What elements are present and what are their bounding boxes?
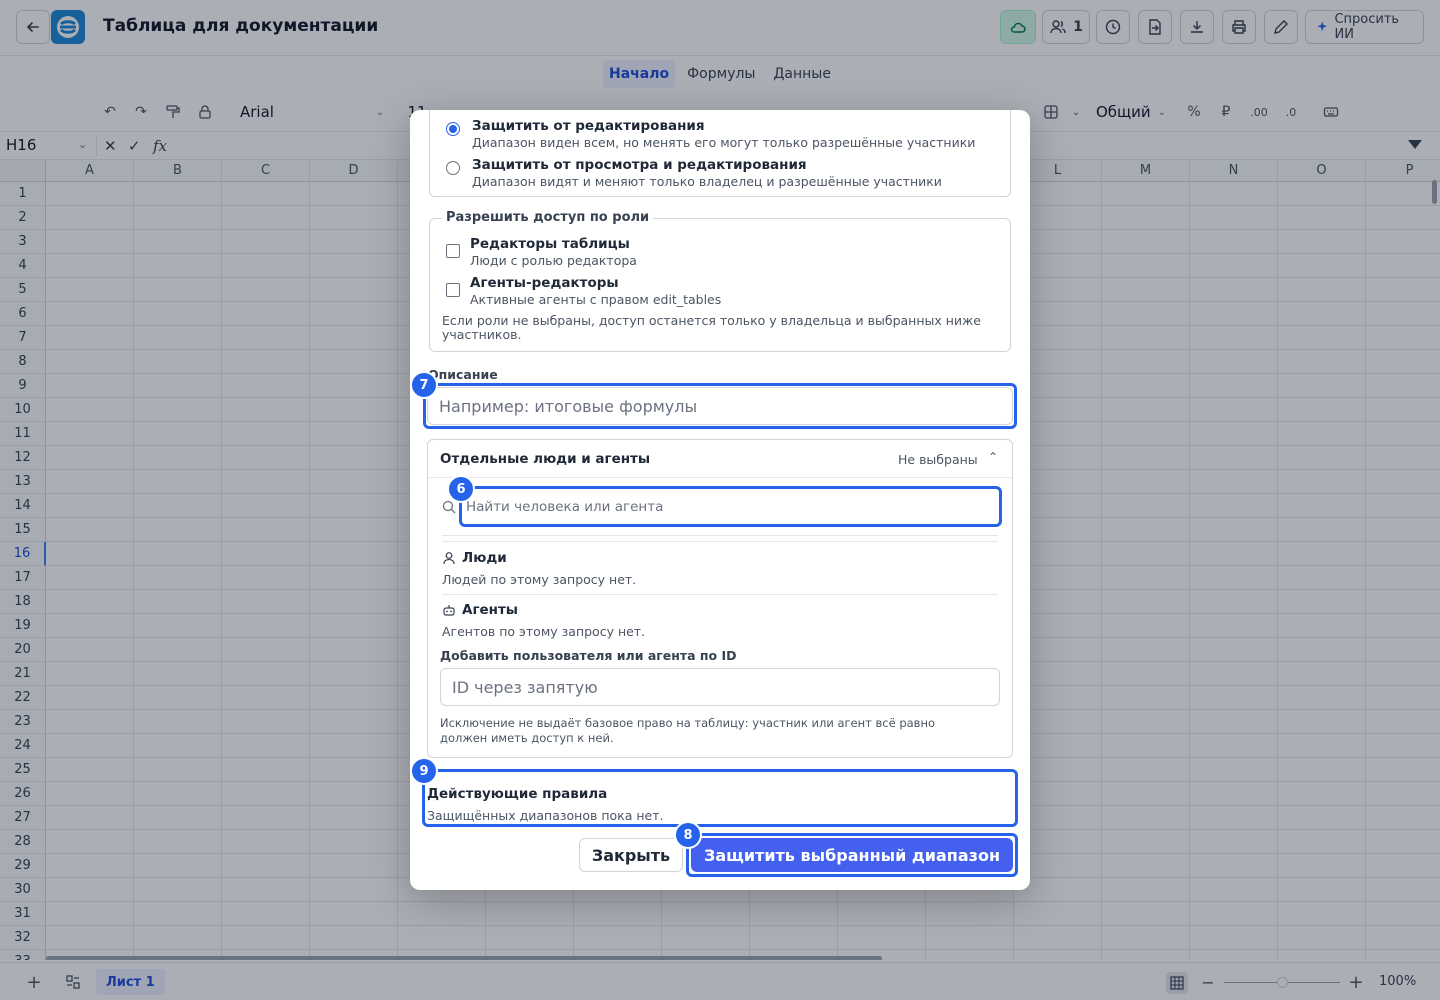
selection-state: Не выбраны	[898, 452, 978, 467]
checkbox-role-agents[interactable]	[446, 283, 460, 297]
people-agents-panel: Отдельные люди и агенты Не выбраны ⌃ Люд…	[427, 439, 1013, 758]
roles-note: Если роли не выбраны, доступ останется т…	[442, 313, 981, 342]
exclusion-note: Исключение не выдаёт базовое право на та…	[440, 716, 936, 745]
step-badge-search: 6	[447, 475, 475, 503]
option-description: Люди с ролью редактора	[470, 253, 637, 268]
rules-title: Действующие правила	[427, 786, 608, 802]
option-title: Редакторы таблицы	[470, 236, 630, 252]
option-title: Агенты-редакторы	[470, 275, 619, 291]
user-icon	[443, 552, 455, 565]
role-access-group: Разрешить доступ по роли Редакторы табли…	[429, 210, 1011, 352]
robot-icon	[443, 605, 455, 616]
add-by-id-input[interactable]	[440, 668, 1000, 706]
close-button[interactable]: Закрыть	[579, 838, 683, 872]
role-access-legend: Разрешить доступ по роли	[442, 210, 654, 225]
rules-empty-text: Защищённых диапазонов пока нет.	[427, 808, 664, 823]
protect-range-dialog: Защитить от редактирования Диапазон виде…	[410, 110, 1030, 890]
search-icon	[442, 500, 456, 514]
divider	[442, 541, 998, 542]
option-description: Диапазон виден всем, но менять его могут…	[472, 135, 976, 150]
step-badge-description: 7	[410, 371, 438, 399]
chevron-up-icon[interactable]: ⌃	[988, 450, 998, 464]
protection-mode-group: Защитить от редактирования Диапазон виде…	[429, 110, 1011, 197]
description-label: Описание	[428, 367, 498, 382]
people-search-input[interactable]	[460, 488, 1002, 526]
protect-range-button[interactable]: Защитить выбранный диапазон	[691, 838, 1013, 872]
option-title: Защитить от редактирования	[472, 118, 705, 134]
divider	[442, 535, 998, 536]
people-agents-header[interactable]: Отдельные люди и агенты Не выбраны ⌃	[428, 440, 1012, 478]
agents-section-title: Агенты	[462, 602, 519, 618]
add-by-id-label: Добавить пользователя или агента по ID	[440, 648, 737, 663]
description-input[interactable]	[427, 387, 1013, 425]
option-title: Защитить от просмотра и редактирования	[472, 157, 807, 173]
people-empty-text: Людей по этому запросу нет.	[442, 572, 637, 587]
option-description: Активные агенты с правом edit_tables	[470, 292, 722, 307]
agents-empty-text: Агентов по этому запросу нет.	[442, 624, 646, 639]
step-badge-protect: 8	[674, 821, 702, 849]
divider	[442, 594, 998, 595]
option-description: Диапазон видят и меняют только владелец …	[472, 174, 942, 189]
radio-protect-view-edit[interactable]	[446, 161, 460, 175]
people-section-title: Люди	[462, 550, 507, 566]
step-badge-rules: 9	[410, 757, 438, 785]
radio-protect-edit[interactable]	[446, 122, 460, 136]
people-agents-title: Отдельные люди и агенты	[440, 451, 651, 467]
checkbox-role-editors[interactable]	[446, 244, 460, 258]
